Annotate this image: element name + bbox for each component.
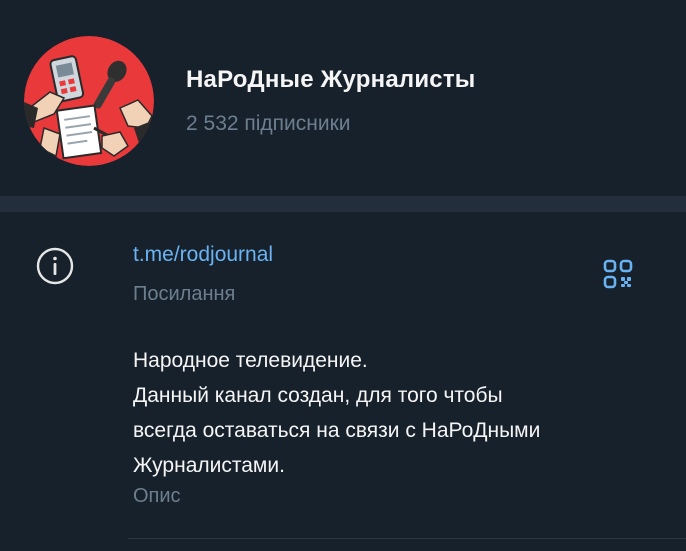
info-icon — [35, 246, 75, 286]
description-line: Журналистами. — [133, 454, 285, 477]
description-line: Народное телевидение. — [133, 349, 368, 372]
description-caption: Опис — [133, 485, 181, 507]
channel-header: НаРоДные Журналисты 2 532 підписники — [0, 0, 686, 196]
section-divider — [0, 196, 686, 212]
link-caption: Посилання — [133, 283, 236, 305]
qr-code-icon[interactable] — [602, 258, 634, 290]
channel-title: НаРоДные Журналисты — [186, 66, 476, 93]
channel-link[interactable]: t.me/rodjournal — [133, 243, 273, 267]
description-line: всегда оставаться на связи с НаРоДными — [133, 419, 541, 442]
journalists-avatar-icon[interactable] — [24, 36, 154, 166]
description-line: Данный канал создан, для того чтобы — [133, 384, 503, 407]
subscriber-count: 2 532 підписники — [186, 112, 351, 135]
bottom-divider — [128, 538, 686, 539]
channel-description: Народное телевидение. Данный канал созда… — [133, 343, 540, 483]
